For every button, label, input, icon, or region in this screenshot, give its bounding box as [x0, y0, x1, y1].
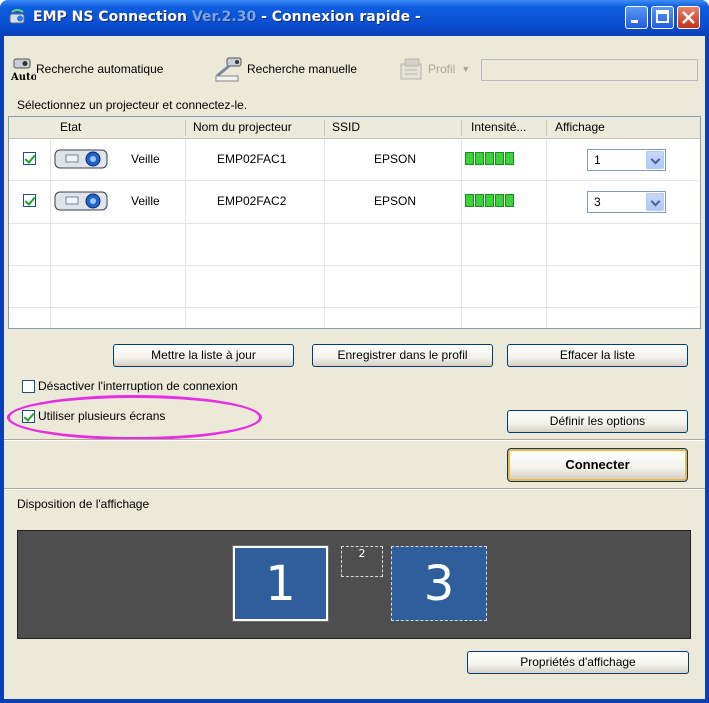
auto-search-label: Recherche automatique	[36, 62, 164, 76]
projector-icon	[54, 149, 108, 169]
projector-list[interactable]: Etat Nom du projecteur SSID Intensité...…	[8, 116, 701, 329]
title-bar[interactable]: EMP NS Connection Ver.2.30 - Connexion r…	[0, 0, 709, 36]
maximize-icon	[656, 10, 669, 23]
display-select[interactable]: 3	[587, 191, 666, 213]
disable-interrupt-label: Désactiver l'interruption de connexion	[38, 379, 238, 393]
connect-button[interactable]: Connecter	[507, 448, 688, 482]
profile-button[interactable]: Profil ▼	[396, 56, 470, 82]
profile-icon	[400, 58, 422, 80]
column-header-ssid[interactable]: SSID	[332, 120, 360, 134]
display-layout-label: Disposition de l'affichage	[17, 497, 150, 511]
close-button[interactable]	[677, 6, 700, 29]
display-properties-button[interactable]: Propriétés d'affichage	[467, 651, 689, 674]
chevron-down-icon[interactable]	[646, 193, 664, 211]
close-icon	[682, 11, 695, 24]
projector-icon	[54, 191, 108, 211]
display-layout-area[interactable]: 1 2 3	[17, 530, 691, 639]
list-header: Etat Nom du projecteur SSID Intensité...…	[9, 117, 700, 139]
status-text: Veille	[131, 194, 160, 208]
auto-search-icon: Auto	[10, 58, 36, 82]
clear-list-button[interactable]: Effacer la liste	[507, 344, 688, 367]
minimize-icon	[631, 20, 638, 23]
app-window: EMP NS Connection Ver.2.30 - Connexion r…	[0, 0, 709, 703]
minimize-button[interactable]	[625, 6, 648, 29]
screen-3[interactable]: 3	[391, 546, 487, 621]
client-area: Auto Recherche automatique Recherche man…	[4, 36, 705, 699]
ssid-text: EPSON	[374, 152, 417, 166]
screen-1[interactable]: 1	[232, 545, 329, 622]
auto-search-button[interactable]: Auto Recherche automatique	[10, 56, 163, 82]
ssid-text: EPSON	[374, 194, 417, 208]
screen-2[interactable]: 2	[341, 546, 383, 577]
signal-strength-icon	[465, 194, 514, 207]
chevron-down-icon[interactable]	[646, 151, 664, 169]
manual-search-button[interactable]: Recherche manuelle	[213, 56, 357, 82]
projector-name: EMP02FAC2	[217, 194, 287, 208]
svg-text:Auto: Auto	[10, 72, 36, 82]
profile-label: Profil	[428, 62, 456, 76]
disable-interrupt-checkbox[interactable]	[22, 380, 35, 393]
column-header-signal[interactable]: Intensité...	[471, 120, 526, 134]
display-select[interactable]: 1	[587, 149, 666, 171]
row-checkbox[interactable]	[23, 194, 36, 207]
column-header-status[interactable]: Etat	[60, 120, 81, 134]
save-to-profile-button[interactable]: Enregistrer dans le profil	[312, 344, 493, 367]
projector-name: EMP02FAC1	[217, 152, 287, 166]
manual-search-label: Recherche manuelle	[247, 62, 358, 76]
toolbar: Auto Recherche automatique Recherche man…	[4, 36, 705, 96]
row-checkbox[interactable]	[23, 152, 36, 165]
window-title: EMP NS Connection Ver.2.30 - Connexion r…	[33, 9, 421, 25]
profile-select[interactable]	[481, 59, 698, 81]
refresh-list-button[interactable]: Mettre la liste à jour	[113, 344, 294, 367]
manual-search-icon	[215, 57, 242, 82]
status-text: Veille	[131, 152, 160, 166]
app-icon	[9, 9, 25, 24]
maximize-button[interactable]	[651, 6, 674, 29]
instruction-text: Sélectionnez un projecteur et connectez-…	[17, 98, 248, 112]
signal-strength-icon	[465, 152, 514, 165]
column-header-display[interactable]: Affichage	[555, 120, 605, 134]
chevron-down-icon: ▼	[461, 64, 471, 74]
set-options-button[interactable]: Définir les options	[507, 410, 688, 433]
column-header-name[interactable]: Nom du projecteur	[193, 120, 292, 134]
highlight-ellipse	[7, 395, 262, 440]
